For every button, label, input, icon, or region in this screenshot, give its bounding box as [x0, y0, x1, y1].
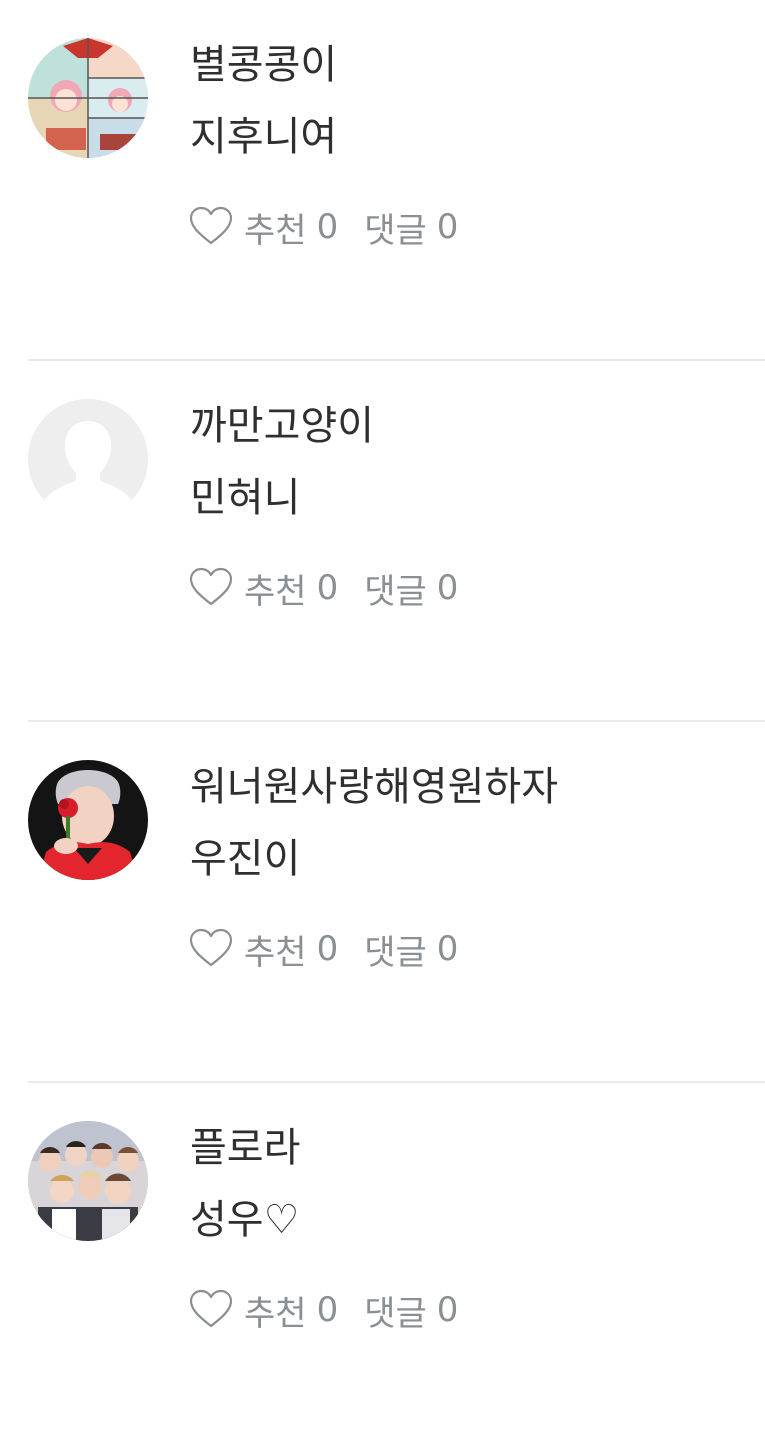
heart-outline-icon	[188, 565, 234, 611]
comment-actions: 추천 0 댓글 0	[188, 924, 458, 974]
avatar[interactable]	[28, 1121, 148, 1241]
like-label: 추천	[244, 571, 307, 612]
photo-avatar-image	[28, 760, 148, 880]
comment-actions: 추천 0 댓글 0	[188, 563, 458, 613]
like-button[interactable]: 추천 0	[188, 925, 338, 974]
reply-count: 0	[436, 207, 459, 247]
reply-label: 댓글	[364, 1293, 427, 1334]
default-avatar-image	[28, 399, 148, 519]
comment-text: 민혀니	[190, 475, 301, 521]
reply-label: 댓글	[364, 932, 427, 973]
comment-text: 지후니여	[190, 114, 338, 160]
comment-item: 플로라 성우♡ 추천 0 댓글 0	[0, 1083, 765, 1444]
like-button[interactable]: 추천 0	[188, 1286, 338, 1335]
heart-outline-icon	[188, 1287, 234, 1333]
comment-author[interactable]: 워너원사랑해영원하자	[190, 762, 558, 812]
reply-count: 0	[436, 929, 459, 969]
reply-button[interactable]: 댓글 0	[364, 564, 458, 613]
like-count: 0	[316, 1290, 339, 1330]
comment-actions: 추천 0 댓글 0	[188, 202, 458, 252]
reply-button[interactable]: 댓글 0	[364, 925, 458, 974]
reply-button[interactable]: 댓글 0	[364, 1286, 458, 1335]
avatar[interactable]	[28, 399, 148, 519]
reply-button[interactable]: 댓글 0	[364, 203, 458, 252]
comment-author[interactable]: 까만고양이	[190, 401, 374, 451]
heart-outline-icon	[188, 926, 234, 972]
comment-list: 별콩콩이 지후니여 추천 0 댓글 0 까만고양이 민혀니 추천 0 댓글 0 …	[0, 0, 765, 1444]
comment-actions: 추천 0 댓글 0	[188, 1285, 458, 1335]
comment-item: 워너원사랑해영원하자 우진이 추천 0 댓글 0	[0, 722, 765, 1083]
like-label: 추천	[244, 210, 307, 251]
reply-count: 0	[436, 568, 459, 608]
comment-text: 성우♡	[190, 1197, 300, 1243]
like-label: 추천	[244, 932, 307, 973]
avatar[interactable]	[28, 760, 148, 880]
comment-author[interactable]: 별콩콩이	[190, 40, 337, 90]
group-photo-avatar-image	[28, 1121, 148, 1241]
reply-count: 0	[436, 1290, 459, 1330]
like-button[interactable]: 추천 0	[188, 203, 338, 252]
like-count: 0	[316, 207, 339, 247]
comment-item: 까만고양이 민혀니 추천 0 댓글 0	[0, 361, 765, 722]
like-label: 추천	[244, 1293, 307, 1334]
reply-label: 댓글	[364, 210, 427, 251]
reply-label: 댓글	[364, 571, 427, 612]
comment-item: 별콩콩이 지후니여 추천 0 댓글 0	[0, 0, 765, 361]
like-count: 0	[316, 929, 339, 969]
comic-avatar-image	[28, 38, 148, 158]
like-button[interactable]: 추천 0	[188, 564, 338, 613]
like-count: 0	[316, 568, 339, 608]
avatar[interactable]	[28, 38, 148, 158]
comment-author[interactable]: 플로라	[190, 1123, 300, 1173]
heart-outline-icon	[188, 204, 234, 250]
comment-text: 우진이	[190, 836, 301, 882]
